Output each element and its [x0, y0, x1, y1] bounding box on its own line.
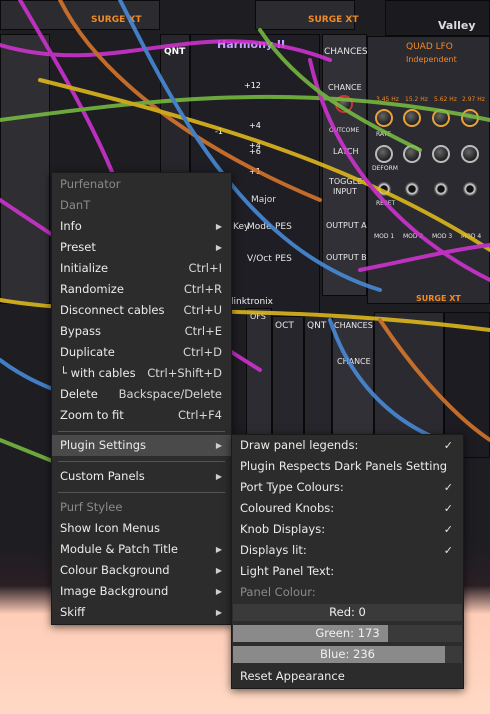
reset-appearance-button[interactable]: Reset Appearance: [232, 666, 463, 687]
setting-light-panel-text[interactable]: Light Panel Text:: [232, 561, 463, 582]
setting-coloured-knobs[interactable]: Coloured Knobs: ✓: [232, 498, 463, 519]
menu-item-initialize[interactable]: Initialize Ctrl+I: [52, 258, 231, 279]
setting-port-type-colours[interactable]: Port Type Colours: ✓: [232, 477, 463, 498]
shortcut-label: Ctrl+U: [183, 303, 222, 317]
green-slider[interactable]: Green: 173: [233, 625, 462, 642]
menu-item-show-icon-menus[interactable]: Show Icon Menus: [52, 518, 231, 539]
menu-header-plugin: Purfenator: [60, 177, 121, 191]
setting-draw-panel-legends[interactable]: Draw panel legends: ✓: [232, 435, 463, 456]
shortcut-label: Ctrl+I: [188, 261, 223, 275]
setting-knob-displays[interactable]: Knob Displays: ✓: [232, 519, 463, 540]
menu-item-preset[interactable]: Preset ▶: [52, 237, 231, 258]
menu-item-skiff[interactable]: Skiff ▶: [52, 602, 231, 623]
menu-item-bypass[interactable]: Bypass Ctrl+E: [52, 321, 231, 342]
chevron-right-icon: ▶: [215, 566, 222, 575]
blue-slider-label: Blue: 236: [320, 647, 375, 661]
menu-item-disconnect-cables[interactable]: Disconnect cables Ctrl+U: [52, 300, 231, 321]
shortcut-label: Ctrl+F4: [177, 408, 222, 422]
green-slider-label: Green: 173: [315, 626, 380, 640]
menu-item-info[interactable]: Info ▶: [52, 216, 231, 237]
shortcut-label: Ctrl+D: [183, 345, 222, 359]
chevron-right-icon: ▶: [215, 608, 222, 617]
setting-displays-lit[interactable]: Displays lit: ✓: [232, 540, 463, 561]
menu-item-duplicate-with-cables[interactable]: └ with cables Ctrl+Shift+D: [52, 363, 231, 384]
shortcut-label: Backspace/Delete: [118, 387, 222, 401]
menu-item-plugin-settings[interactable]: Plugin Settings ▶: [52, 435, 231, 456]
red-slider-label: Red: 0: [329, 605, 366, 619]
checkmark-icon: ✓: [443, 523, 453, 536]
menu-item-delete[interactable]: Delete Backspace/Delete: [52, 384, 231, 405]
blue-slider[interactable]: Blue: 236: [233, 646, 462, 663]
menu-item-module-patch-title[interactable]: Module & Patch Title ▶: [52, 539, 231, 560]
checkmark-icon: ✓: [443, 481, 453, 494]
checkmark-icon: ✓: [443, 502, 453, 515]
shortcut-label: Ctrl+Shift+D: [147, 366, 222, 380]
menu-separator: [58, 431, 225, 432]
menu-item-duplicate[interactable]: Duplicate Ctrl+D: [52, 342, 231, 363]
shortcut-label: Ctrl+R: [183, 282, 222, 296]
chevron-right-icon: ▶: [215, 472, 222, 481]
plugin-settings-submenu: Draw panel legends: ✓ Plugin Respects Dar…: [231, 434, 464, 689]
module-context-menu: Purfenator DanT Info ▶ Preset ▶ Initialize…: [51, 172, 232, 625]
red-slider[interactable]: Red: 0: [233, 604, 462, 621]
checkmark-icon: ✓: [443, 544, 453, 557]
menu-separator: [58, 461, 225, 462]
checkmark-icon: ✓: [443, 439, 453, 452]
menu-item-zoom-to-fit[interactable]: Zoom to fit Ctrl+F4: [52, 405, 231, 426]
menu-header-purf-stylee: Purf Stylee: [60, 500, 123, 514]
menu-item-randomize[interactable]: Randomize Ctrl+R: [52, 279, 231, 300]
setting-respects-dark-panels[interactable]: Plugin Respects Dark Panels Setting: [232, 456, 463, 477]
chevron-right-icon: ▶: [215, 587, 222, 596]
chevron-right-icon: ▶: [215, 222, 222, 231]
menu-separator: [58, 492, 225, 493]
menu-item-image-background[interactable]: Image Background ▶: [52, 581, 231, 602]
menu-item-custom-panels[interactable]: Custom Panels ▶: [52, 466, 231, 487]
chevron-right-icon: ▶: [215, 243, 222, 252]
panel-colour-header: Panel Colour:: [240, 585, 316, 599]
shortcut-label: Ctrl+E: [184, 324, 222, 338]
chevron-right-icon: ▶: [215, 441, 222, 450]
menu-item-colour-background[interactable]: Colour Background ▶: [52, 560, 231, 581]
menu-header-module: DanT: [60, 198, 91, 212]
chevron-right-icon: ▶: [215, 545, 222, 554]
